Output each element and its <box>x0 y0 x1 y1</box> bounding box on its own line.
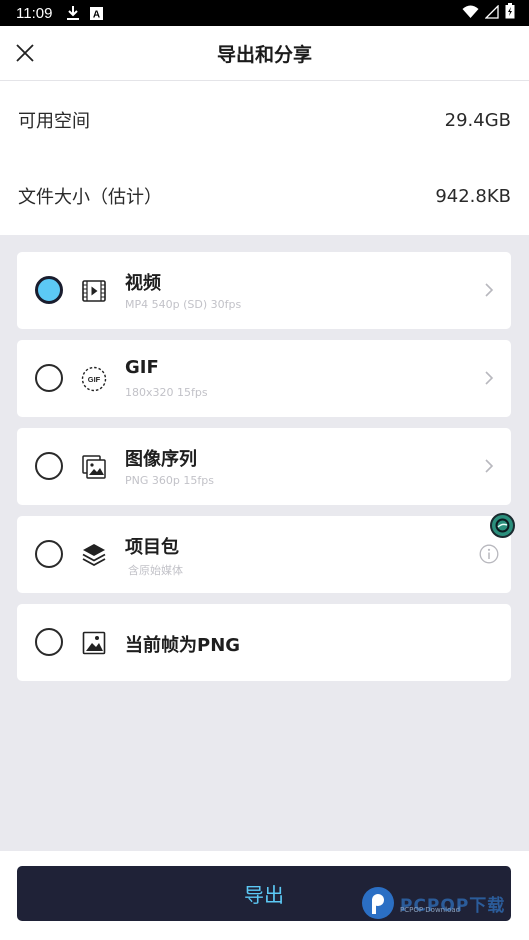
option-title: 当前帧为PNG <box>125 635 241 656</box>
available-space-value: 29.4GB <box>444 109 511 131</box>
close-button[interactable] <box>10 38 40 68</box>
option-title: 图像序列 <box>125 449 197 470</box>
svg-text:GIF: GIF <box>88 375 101 384</box>
image-sequence-icon <box>81 454 107 480</box>
option-gif[interactable]: GIF GIF 180x320 15fps <box>17 340 511 417</box>
chevron-right-icon <box>485 459 494 473</box>
option-title: 项目包 <box>125 537 179 558</box>
radio-project-package[interactable] <box>35 540 63 568</box>
info-icon[interactable] <box>479 544 499 564</box>
status-bar: 11:09 A <box>0 0 529 26</box>
option-project-package[interactable]: 项目包 含原始媒体 <box>17 516 511 593</box>
a-badge-icon: A <box>90 6 104 20</box>
svg-text:A: A <box>93 9 100 20</box>
option-image-sequence[interactable]: 图像序列 PNG 360p 15fps <box>17 428 511 505</box>
file-size-value: 942.8KB <box>435 185 511 207</box>
wifi-icon <box>462 4 479 23</box>
pcpop-logo-icon <box>362 887 394 919</box>
option-title: GIF <box>125 357 159 378</box>
page-title: 导出和分享 <box>216 43 312 66</box>
option-video[interactable]: 视频 MP4 540p (SD) 30fps <box>17 252 511 329</box>
layers-icon <box>81 542 107 568</box>
floating-assistant-icon[interactable] <box>490 513 515 538</box>
file-size-row: 文件大小（估计） 942.8KB <box>0 176 529 216</box>
radio-current-frame-png[interactable] <box>35 628 63 656</box>
storage-info-panel: 可用空间 29.4GB 文件大小（估计） 942.8KB <box>0 81 529 235</box>
available-space-label: 可用空间 <box>18 111 90 132</box>
watermark: PCPOP下载 PCPOP Download <box>360 885 505 921</box>
video-icon <box>81 278 107 304</box>
download-icon <box>66 5 80 21</box>
radio-video[interactable] <box>35 276 63 304</box>
image-icon <box>81 630 107 656</box>
app-header: 导出和分享 <box>0 26 529 81</box>
available-space-row: 可用空间 29.4GB <box>0 100 529 140</box>
gif-icon: GIF <box>81 366 107 392</box>
option-subtitle: MP4 540p (SD) 30fps <box>125 298 242 311</box>
option-title: 视频 <box>125 273 161 294</box>
radio-image-sequence[interactable] <box>35 452 63 480</box>
status-time: 11:09 <box>16 4 53 22</box>
watermark-subtext: PCPOP Download <box>400 906 461 914</box>
option-subtitle: 含原始媒体 <box>128 564 183 577</box>
option-current-frame-png[interactable]: 当前帧为PNG <box>17 604 511 681</box>
chevron-right-icon <box>485 283 494 297</box>
file-size-label: 文件大小（估计） <box>18 187 162 208</box>
chevron-right-icon <box>485 371 494 385</box>
option-subtitle: 180x320 15fps <box>125 386 208 399</box>
close-icon <box>16 44 34 62</box>
battery-icon <box>505 3 515 23</box>
signal-icon <box>484 3 499 23</box>
radio-gif[interactable] <box>35 364 63 392</box>
option-subtitle: PNG 360p 15fps <box>125 474 214 487</box>
